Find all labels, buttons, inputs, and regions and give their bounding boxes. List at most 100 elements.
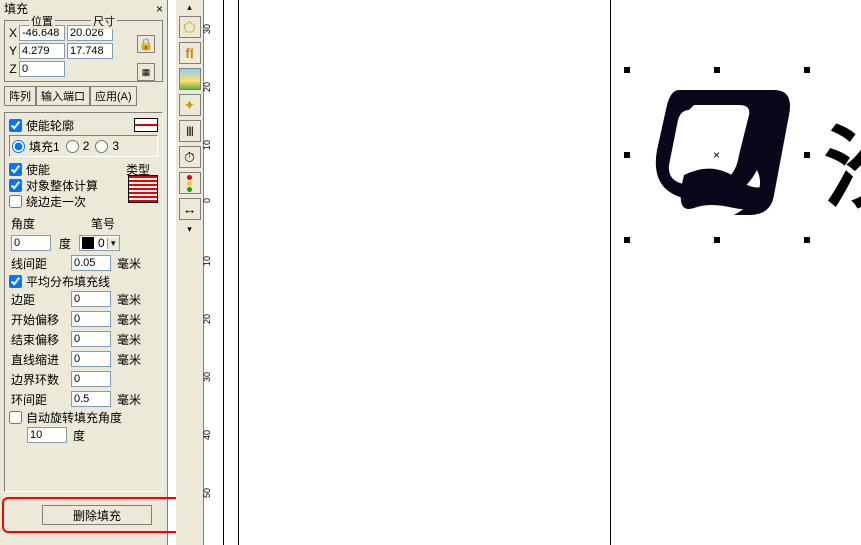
chevron-down-icon: ▾ bbox=[107, 238, 119, 249]
end-off-label: 结束偏移 bbox=[11, 331, 67, 348]
ruler-label: 30 bbox=[202, 24, 212, 34]
line-gap-label: 线间距 bbox=[11, 255, 67, 272]
end-off-input[interactable] bbox=[71, 331, 111, 347]
scroll-down-icon[interactable]: ▾ bbox=[179, 224, 201, 234]
delete-fill-highlight: 删除填充 bbox=[2, 497, 192, 533]
resize-handle-e[interactable] bbox=[804, 152, 810, 158]
degree-label: 度 bbox=[59, 235, 71, 252]
resize-handle-n[interactable] bbox=[714, 67, 720, 73]
outline-swatch-icon[interactable] bbox=[134, 118, 158, 132]
measure-tool-icon[interactable]: ↔ bbox=[179, 198, 201, 220]
fill-type-swatch[interactable] bbox=[128, 175, 158, 203]
page-edge-line bbox=[610, 0, 611, 545]
mm-label-3: 毫米 bbox=[117, 311, 141, 328]
x-label: X bbox=[7, 26, 19, 40]
degree-label-2: 度 bbox=[73, 427, 85, 444]
position-header: 位置 bbox=[29, 13, 55, 29]
resize-handle-s[interactable] bbox=[714, 237, 720, 243]
mm-label-4: 毫米 bbox=[117, 331, 141, 348]
text-object[interactable]: 汐 bbox=[824, 95, 861, 225]
line-indent-input[interactable] bbox=[71, 351, 111, 367]
ring-gap-label: 环间距 bbox=[11, 391, 67, 408]
ruler-label: 0 bbox=[202, 198, 212, 203]
fill3-radio[interactable] bbox=[95, 140, 108, 153]
auto-rotate-label: 自动旋转填充角度 bbox=[26, 409, 122, 426]
around-once-checkbox[interactable] bbox=[9, 195, 22, 208]
ruler-label: 50 bbox=[202, 488, 212, 498]
pentagon-tool-icon[interactable]: ⬠ bbox=[179, 16, 201, 38]
border-rings-label: 边界环数 bbox=[11, 371, 67, 388]
scroll-up-icon[interactable]: ▴ bbox=[179, 2, 201, 12]
start-off-input[interactable] bbox=[71, 311, 111, 327]
mm-label-1: 毫米 bbox=[117, 255, 141, 272]
mm-label-5: 毫米 bbox=[117, 351, 141, 368]
z-label: Z bbox=[7, 62, 19, 76]
whole-calc-label: 对象整体计算 bbox=[26, 177, 98, 194]
tool-column: ▴ ⬠ fI ✦ |||| ⏱ ↔ ▾ bbox=[176, 0, 204, 545]
fill3-label: 3 bbox=[112, 139, 119, 153]
edge-margin-label: 边距 bbox=[11, 291, 67, 308]
panel-title-text: 填充 bbox=[4, 0, 28, 18]
whole-calc-checkbox[interactable] bbox=[9, 179, 22, 192]
around-once-label: 绕边走一次 bbox=[26, 193, 86, 210]
pen-select[interactable]: 0▾ bbox=[79, 235, 120, 251]
enable-outline-checkbox[interactable] bbox=[9, 119, 22, 132]
array-button[interactable]: 阵列 bbox=[4, 86, 36, 106]
image-tool-icon[interactable] bbox=[179, 68, 201, 90]
mm-label-2: 毫米 bbox=[117, 291, 141, 308]
enable-label: 使能 bbox=[26, 161, 50, 178]
fill2-label: 2 bbox=[83, 139, 90, 153]
resize-handle-nw[interactable] bbox=[624, 67, 630, 73]
canvas[interactable]: × 汐 bbox=[224, 0, 861, 545]
traffic-light-icon[interactable] bbox=[179, 172, 201, 194]
line-indent-label: 直线缩进 bbox=[11, 351, 67, 368]
fill1-label: 填充1 bbox=[29, 138, 60, 155]
auto-rotate-checkbox[interactable] bbox=[9, 411, 22, 424]
input-port-button[interactable]: 输入端口 bbox=[36, 86, 90, 106]
resize-handle-w[interactable] bbox=[624, 152, 630, 158]
resize-handle-sw[interactable] bbox=[624, 237, 630, 243]
lock-icon[interactable]: 🔒 bbox=[137, 35, 155, 53]
barcode-tool-icon[interactable]: |||| bbox=[179, 120, 201, 142]
angle-input[interactable] bbox=[11, 235, 51, 251]
fill1-radio[interactable] bbox=[12, 140, 25, 153]
ruler-label: 30 bbox=[202, 372, 212, 382]
anchor-grid-icon[interactable]: ▦ bbox=[137, 63, 155, 81]
resize-handle-ne[interactable] bbox=[804, 67, 810, 73]
ruler-label: 40 bbox=[202, 430, 212, 440]
start-off-label: 开始偏移 bbox=[11, 311, 67, 328]
pen-color-icon bbox=[82, 237, 94, 249]
avg-fill-checkbox[interactable] bbox=[9, 275, 22, 288]
close-icon[interactable]: × bbox=[156, 0, 163, 18]
guide-line bbox=[238, 0, 239, 545]
fill-options-group: 使能轮廓 填充1 2 3 类型 使能 对象整体计算 绕边走一次 角度 笔号 度 … bbox=[4, 112, 163, 492]
apply-button[interactable]: 应用(A) bbox=[90, 86, 137, 106]
ruler-label: 10 bbox=[202, 256, 212, 266]
edge-margin-input[interactable] bbox=[71, 291, 111, 307]
logo-object[interactable] bbox=[639, 80, 799, 230]
auto-rotate-input[interactable] bbox=[27, 427, 67, 443]
position-size-group: 位置 尺寸 X Y Z 🔒 ▦ bbox=[4, 20, 163, 82]
panel-titlebar: 填充 × bbox=[0, 0, 167, 18]
ruler-label: 20 bbox=[202, 82, 212, 92]
y-input[interactable] bbox=[19, 43, 65, 59]
enable-outline-label: 使能轮廓 bbox=[26, 117, 74, 134]
ruler-label: 20 bbox=[202, 314, 212, 324]
delete-fill-button[interactable]: 删除填充 bbox=[42, 505, 152, 525]
vertical-ruler: 30 20 10 0 10 20 30 40 50 bbox=[204, 0, 224, 545]
line-gap-input[interactable] bbox=[71, 255, 111, 271]
mm-label-6: 毫米 bbox=[117, 391, 141, 408]
text-tool-icon[interactable]: fI bbox=[179, 42, 201, 64]
ruler-label: 10 bbox=[202, 140, 212, 150]
enable-checkbox[interactable] bbox=[9, 163, 22, 176]
vector-tool-icon[interactable]: ✦ bbox=[179, 94, 201, 116]
resize-handle-se[interactable] bbox=[804, 237, 810, 243]
angle-label: 角度 bbox=[11, 215, 67, 232]
h-input[interactable] bbox=[67, 43, 113, 59]
fill2-radio[interactable] bbox=[66, 140, 79, 153]
size-header: 尺寸 bbox=[91, 13, 117, 29]
ring-gap-input[interactable] bbox=[71, 391, 111, 407]
timer-tool-icon[interactable]: ⏱ bbox=[179, 146, 201, 168]
border-rings-input[interactable] bbox=[71, 371, 111, 387]
z-input[interactable] bbox=[19, 61, 65, 77]
